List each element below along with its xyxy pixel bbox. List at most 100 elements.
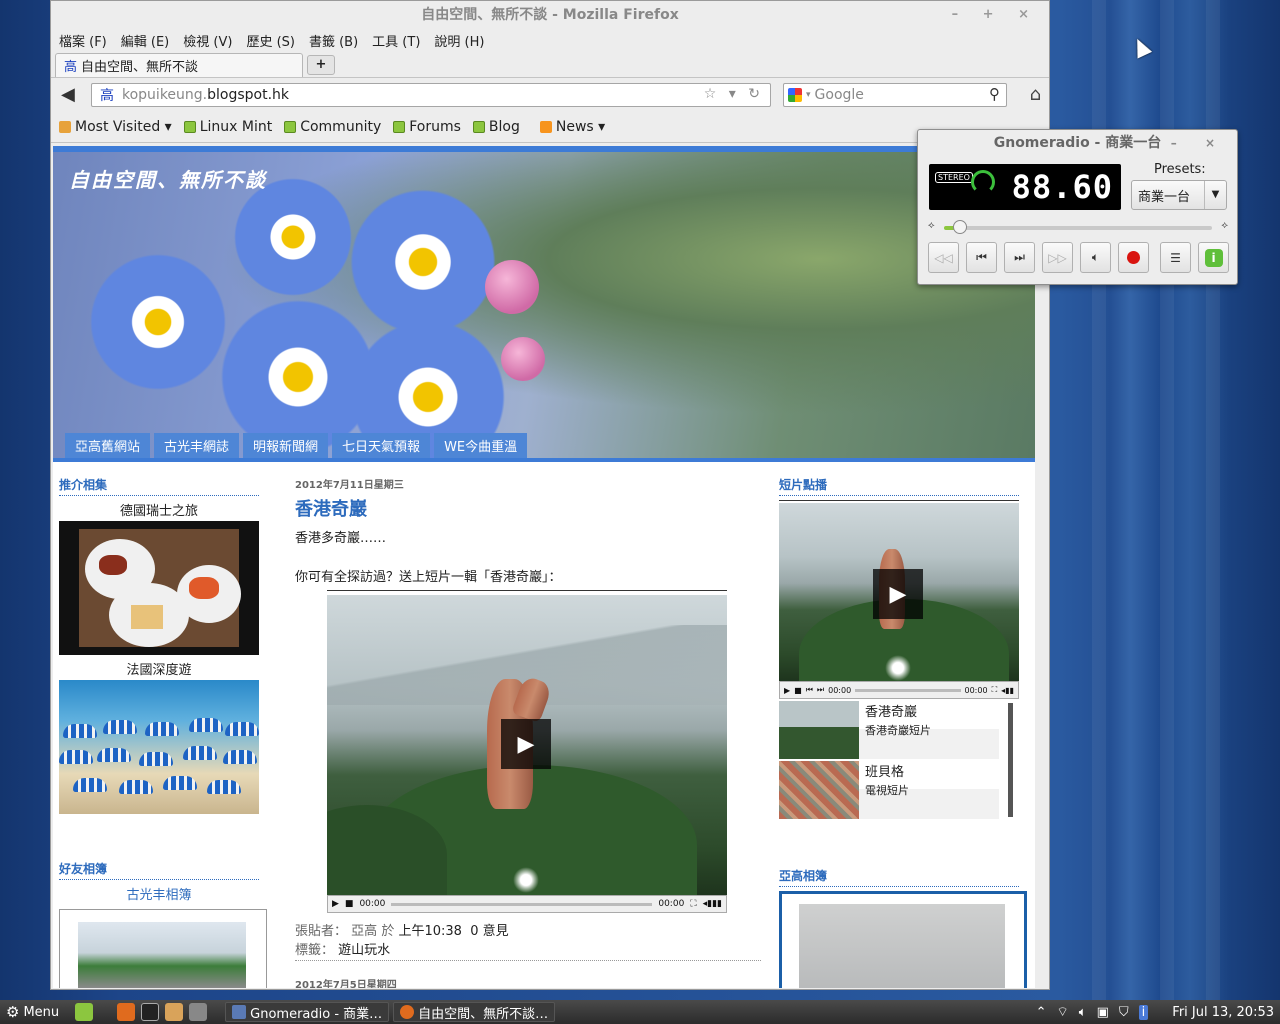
video-frame[interactable]: ▶ xyxy=(327,595,727,895)
menu-bookmarks[interactable]: 書籤 (B) xyxy=(309,31,358,50)
nav-link[interactable]: 明報新聞網 xyxy=(243,433,329,458)
tab-blog[interactable]: 高 自由空間、無所不談 xyxy=(55,53,303,77)
playlist-scrollbar[interactable] xyxy=(1008,703,1013,817)
album-frame xyxy=(779,891,1027,988)
wifi-icon[interactable]: ⌔ xyxy=(1057,1004,1069,1020)
comments-link[interactable]: 0 意見 xyxy=(470,924,508,939)
firefox-launcher-icon[interactable] xyxy=(117,1003,136,1021)
time-elapsed: 00:00 xyxy=(359,899,386,909)
radio-titlebar[interactable]: Gnomeradio - 商業一台 – × xyxy=(918,130,1237,156)
window-titlebar[interactable]: 自由空間、無所不談 - Mozilla Firefox – + × xyxy=(51,1,1049,29)
seek-forward-button[interactable]: ▷▷ xyxy=(1042,242,1073,273)
post-title[interactable]: 香港奇巖 xyxy=(295,495,761,521)
google-icon[interactable] xyxy=(788,88,802,102)
files-launcher-icon[interactable] xyxy=(165,1003,184,1021)
nav-link[interactable]: 古光丰網誌 xyxy=(154,433,240,458)
info-tray-icon[interactable]: i xyxy=(1138,1004,1149,1020)
search-bar[interactable]: ▾ Google ⚲ xyxy=(783,83,1007,107)
back-arrow-icon[interactable]: ◀ xyxy=(61,84,75,105)
stop-icon[interactable]: ■ xyxy=(794,686,802,695)
terminal-launcher-icon[interactable] xyxy=(141,1003,160,1021)
search-icon[interactable]: ⚲ xyxy=(989,85,1000,103)
nav-link[interactable]: 七日天氣預報 xyxy=(332,433,431,458)
poster-name[interactable]: 亞高 xyxy=(351,924,377,939)
radio-app-icon xyxy=(232,1005,247,1019)
start-menu-button[interactable]: ⚙ Menu xyxy=(0,1003,67,1021)
mute-button[interactable]: 🔈︎ xyxy=(1080,242,1111,273)
preferences-button[interactable]: ☰ xyxy=(1160,242,1191,273)
menu-edit[interactable]: 編輯 (E) xyxy=(121,31,170,50)
home-icon[interactable]: ⌂ xyxy=(1030,84,1041,105)
nav-link[interactable]: WE今曲重溫 xyxy=(434,433,528,458)
menubar: 檔案 (F) 編輯 (E) 檢視 (V) 歷史 (S) 書籤 (B) 工具 (T… xyxy=(51,29,1049,51)
side-video-player[interactable]: ▶ ▶ ■ ⏮ ⏭ 00:00 00:00 ⛶ ◂▮▮ xyxy=(779,500,1019,699)
label-link[interactable]: 遊山玩水 xyxy=(338,943,390,958)
playlist-item[interactable]: 香港奇巖 香港奇巖短片 xyxy=(779,701,1019,759)
show-desktop-icon[interactable] xyxy=(75,1003,94,1021)
task-firefox[interactable]: 自由空間、無所不談… xyxy=(393,1002,556,1022)
bookmark-linux-mint[interactable]: Linux Mint xyxy=(183,119,272,135)
task-gnomeradio[interactable]: Gnomeradio - 商業… xyxy=(225,1002,390,1022)
window-controls[interactable]: – + × xyxy=(952,1,1039,29)
album-photo[interactable] xyxy=(59,521,259,655)
preset-dropdown[interactable]: 商業一台 ▼ xyxy=(1131,180,1227,210)
new-tab-button[interactable]: + xyxy=(307,55,335,75)
prev-preset-button[interactable]: ⏮ xyxy=(966,242,997,273)
album-photo[interactable] xyxy=(799,904,1005,988)
volume-icon[interactable]: ◂▮▮▮ xyxy=(703,899,722,909)
engine-dropdown-icon[interactable]: ▾ xyxy=(806,90,811,100)
clock[interactable]: Fri Jul 13, 20:53 xyxy=(1172,1005,1274,1020)
video-player[interactable]: ▶ ▶ ■ 00:00 00:00 ⛶ ◂▮▮▮ xyxy=(327,590,727,913)
update-manager-icon[interactable]: ▣ xyxy=(1097,1005,1109,1020)
video-frame[interactable]: ▶ xyxy=(779,503,1019,681)
fullscreen-icon[interactable]: ⛶ xyxy=(992,685,998,695)
seek-back-button[interactable]: ◁◁ xyxy=(928,242,959,273)
bookmark-blog[interactable]: Blog xyxy=(472,119,520,135)
album-photo[interactable] xyxy=(59,680,259,814)
radio-window-controls[interactable]: – × xyxy=(1171,130,1227,156)
about-button[interactable]: i xyxy=(1198,242,1229,273)
tray-expand-icon[interactable]: ⌃ xyxy=(1036,1005,1047,1020)
volume-knob[interactable] xyxy=(953,220,968,234)
radio-title: Gnomeradio - 商業一台 xyxy=(993,135,1162,151)
menu-help[interactable]: 說明 (H) xyxy=(434,31,484,50)
friend-album-photo[interactable] xyxy=(78,922,246,988)
bookmark-community[interactable]: Community xyxy=(284,119,381,135)
seek-bar[interactable] xyxy=(391,902,653,906)
next-icon[interactable]: ⏭ xyxy=(817,685,824,695)
menu-tools[interactable]: 工具 (T) xyxy=(372,31,420,50)
fullscreen-icon[interactable]: ⛶ xyxy=(690,899,696,909)
chevron-down-icon[interactable]: ▼ xyxy=(1204,181,1226,209)
playlist-thumb xyxy=(779,701,859,759)
record-button[interactable] xyxy=(1118,242,1149,273)
volume-icon[interactable]: 🔈︎ xyxy=(1079,1005,1087,1020)
gear-icon: ⚙ xyxy=(6,1003,20,1021)
menu-history[interactable]: 歷史 (S) xyxy=(246,31,295,50)
poster-label: 張貼者： xyxy=(295,924,348,939)
menu-file[interactable]: 檔案 (F) xyxy=(59,31,107,50)
menu-view[interactable]: 檢視 (V) xyxy=(183,31,232,50)
play-icon[interactable]: ▶ xyxy=(873,569,923,619)
play-small-icon[interactable]: ▶ xyxy=(784,686,790,695)
bookmark-star-reload-icon[interactable]: ☆ ▾ ↻ xyxy=(704,86,764,102)
volume-slider[interactable]: ⟡ ⟡ xyxy=(928,220,1228,234)
sidebar-heading: 推介相集 xyxy=(59,476,259,496)
bookmark-news[interactable]: News ▾ xyxy=(539,119,605,135)
volume-icon[interactable]: ◂▮▮ xyxy=(1001,686,1014,695)
prev-icon[interactable]: ⏮ xyxy=(806,685,813,695)
play-small-icon[interactable]: ▶ xyxy=(332,899,339,909)
stop-icon[interactable]: ■ xyxy=(345,899,354,909)
post-time[interactable]: 上午10:38 xyxy=(398,924,461,939)
next-preset-button[interactable]: ⏭ xyxy=(1004,242,1035,273)
play-icon[interactable]: ▶ xyxy=(501,719,551,769)
shield-icon[interactable]: ⛉ xyxy=(1119,1005,1129,1020)
blog-title[interactable]: 自由空間、無所不談 xyxy=(69,164,267,193)
seek-bar[interactable] xyxy=(855,688,961,692)
playlist-item[interactable]: 班貝格 電視短片 xyxy=(779,761,1019,819)
editor-launcher-icon[interactable] xyxy=(189,1003,208,1021)
nav-link[interactable]: 亞高舊網站 xyxy=(65,433,151,458)
bookmark-most-visited[interactable]: Most Visited ▾ xyxy=(59,119,172,135)
url-bar[interactable]: 高 kopuikeung. blogspot.hk ☆ ▾ ↻ xyxy=(91,83,771,107)
friend-album-link[interactable]: 古光丰相簿 xyxy=(59,884,259,903)
bookmark-forums[interactable]: Forums xyxy=(393,119,461,135)
